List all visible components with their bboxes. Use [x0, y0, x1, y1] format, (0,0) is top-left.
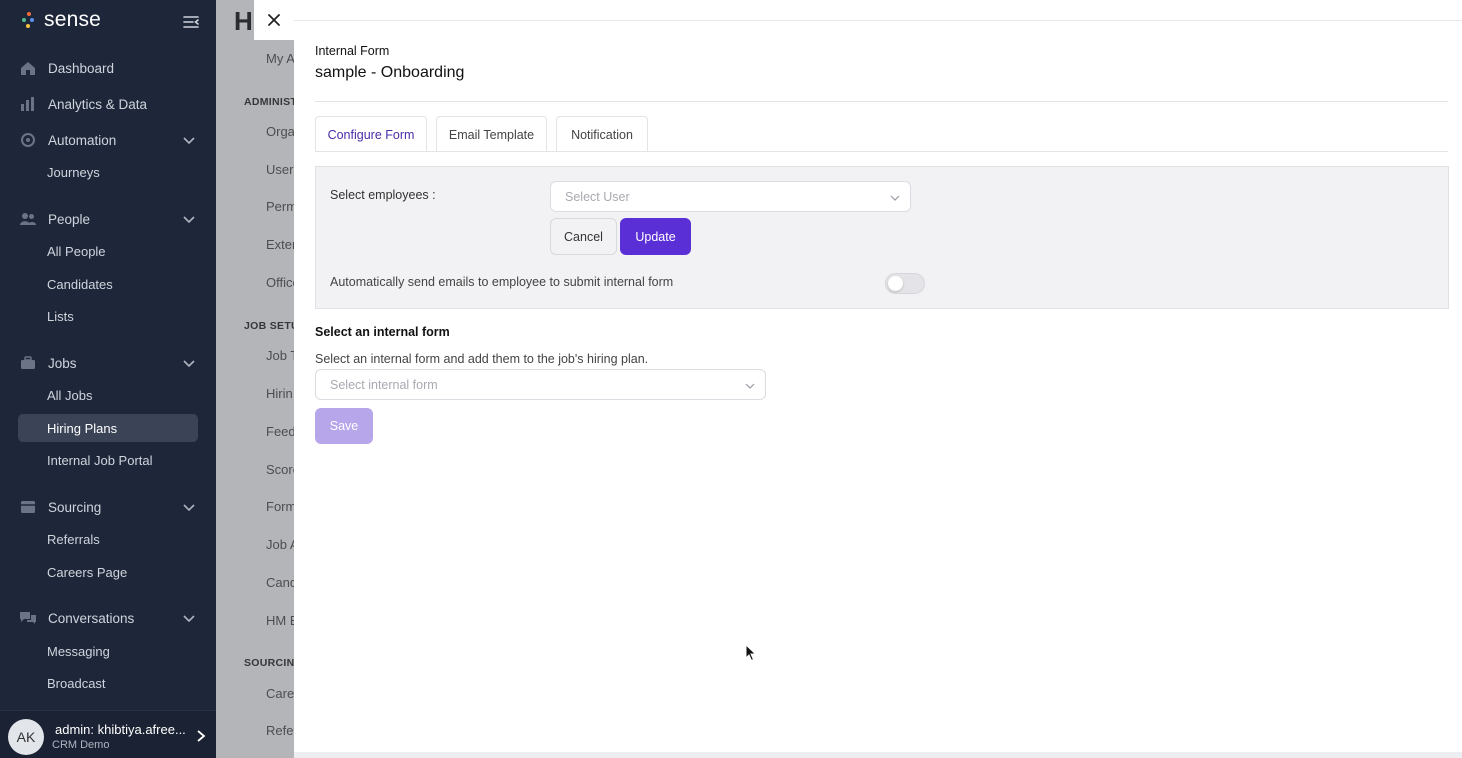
internal-form-description: Select an internal form and add them to … — [315, 352, 649, 366]
panel-bottom-edge — [294, 752, 1462, 758]
sidebar-item-journeys[interactable]: Journeys — [18, 158, 198, 186]
internal-form-section-title: Select an internal form — [315, 325, 450, 339]
sidebar-item-conversations[interactable]: Conversations — [18, 604, 198, 632]
sidebar-item-label: Sourcing — [48, 499, 102, 515]
chat-icon — [18, 608, 38, 628]
select-user-dropdown[interactable]: Select User — [550, 181, 911, 212]
sidebar-item-label: Automation — [48, 132, 117, 148]
user-name: admin: khibtiya.afree... — [55, 722, 186, 737]
sidebar-item-referrals[interactable]: Referrals — [18, 525, 198, 553]
save-button[interactable]: Save — [315, 408, 373, 444]
sidebar-item-label: Hiring Plans — [47, 420, 118, 436]
user-org: CRM Demo — [52, 739, 110, 751]
sidebar-item-lists[interactable]: Lists — [18, 302, 198, 330]
chevron-down-icon[interactable] — [182, 356, 196, 370]
people-icon — [18, 209, 38, 229]
select-user-placeholder: Select User — [565, 189, 630, 204]
sidebar-item-analytics[interactable]: Analytics & Data — [18, 90, 198, 118]
sidebar-item-people[interactable]: People — [18, 205, 198, 233]
divider — [315, 151, 1448, 152]
automation-icon — [18, 130, 38, 150]
sidebar-item-candidates[interactable]: Candidates — [18, 270, 198, 298]
sidebar-item-messaging[interactable]: Messaging — [18, 637, 198, 665]
toggle-knob — [888, 276, 903, 291]
sidebar-item-sourcing[interactable]: Sourcing — [18, 493, 198, 521]
chevron-down-icon — [890, 192, 900, 202]
brand-name: sense — [44, 8, 102, 31]
sidebar-item-label: Broadcast — [47, 675, 106, 691]
select-internal-form-dropdown[interactable]: Select internal form — [315, 369, 766, 400]
chevron-down-icon[interactable] — [182, 212, 196, 226]
sidebar-item-label: Referrals — [47, 531, 100, 547]
tab-notification[interactable]: Notification — [556, 116, 648, 152]
sidebar-item-internal-job-portal[interactable]: Internal Job Portal — [18, 446, 198, 474]
sidebar-item-label: Careers Page — [47, 564, 128, 580]
user-profile[interactable]: AK admin: khibtiya.afree... CRM Demo — [0, 710, 216, 758]
sidebar-item-automation[interactable]: Automation — [18, 126, 198, 154]
sidebar-item-label: People — [48, 211, 91, 227]
sidebar-item-all-jobs[interactable]: All Jobs — [18, 381, 198, 409]
sidebar-item-label: Journeys — [47, 164, 100, 180]
sidebar-item-label: Dashboard — [48, 60, 115, 76]
sense-logo-icon — [22, 11, 36, 29]
home-icon — [18, 58, 38, 78]
sourcing-icon — [18, 497, 38, 517]
sidebar-item-label: Jobs — [48, 355, 77, 371]
divider — [315, 101, 1448, 102]
divider — [294, 20, 1462, 21]
sidebar-item-label: Conversations — [48, 610, 135, 626]
tab-configure-form[interactable]: Configure Form — [315, 116, 427, 152]
sidebar-item-careers-page[interactable]: Careers Page — [18, 558, 198, 586]
sidebar-item-label: All Jobs — [47, 387, 93, 403]
cancel-button[interactable]: Cancel — [550, 218, 617, 255]
sidebar-item-label: Lists — [47, 308, 74, 324]
close-icon — [268, 14, 280, 26]
auto-email-label: Automatically send emails to employee to… — [330, 275, 674, 289]
sidebar-item-hiring-plans[interactable]: Hiring Plans — [18, 414, 198, 442]
form-type-label: Internal Form — [315, 44, 390, 58]
sidebar-item-label: All People — [47, 243, 106, 259]
sidebar-item-label: Analytics & Data — [48, 96, 148, 112]
tab-email-template[interactable]: Email Template — [436, 116, 547, 152]
chevron-down-icon — [745, 380, 755, 390]
form-title: sample - Onboarding — [315, 64, 465, 81]
bar-chart-icon — [18, 94, 38, 114]
select-internal-form-placeholder: Select internal form — [330, 377, 438, 392]
chevron-down-icon[interactable] — [182, 500, 196, 514]
select-employees-label: Select employees : — [330, 188, 436, 202]
sidebar-item-all-people[interactable]: All People — [18, 237, 198, 265]
chevron-right-icon[interactable] — [195, 729, 207, 743]
sidebar-item-dashboard[interactable]: Dashboard — [18, 54, 198, 82]
briefcase-icon — [18, 353, 38, 373]
sidebar-item-label: Candidates — [47, 276, 113, 292]
sidebar-item-label: Messaging — [47, 643, 110, 659]
update-button[interactable]: Update — [620, 218, 691, 255]
avatar: AK — [8, 719, 44, 755]
collapse-sidebar-icon[interactable] — [182, 13, 200, 31]
mouse-cursor-icon — [745, 643, 757, 662]
brand[interactable]: sense — [22, 8, 101, 32]
sidebar-item-label: Internal Job Portal — [47, 452, 153, 468]
sidebar-item-broadcast[interactable]: Broadcast — [18, 669, 198, 697]
sidebar: sense Dashboard Analytics & Data Automat… — [0, 0, 216, 758]
close-button[interactable] — [254, 0, 294, 40]
chevron-down-icon[interactable] — [182, 133, 196, 147]
auto-email-toggle[interactable] — [885, 273, 925, 294]
chevron-down-icon[interactable] — [182, 611, 196, 625]
sidebar-item-jobs[interactable]: Jobs — [18, 349, 198, 377]
